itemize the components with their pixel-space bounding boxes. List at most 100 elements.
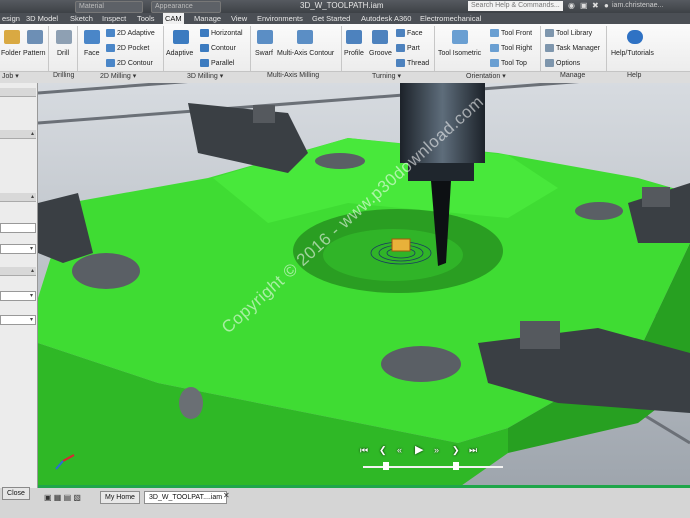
tool-right-icon <box>490 44 499 52</box>
3d-milling-label: 3D Milling <box>187 73 218 80</box>
browser-panel <box>0 83 38 488</box>
chevron-down-icon[interactable]: ▾ <box>15 73 19 80</box>
close-button[interactable]: Close <box>2 487 30 500</box>
horizontal-label: Horizontal <box>211 29 243 37</box>
parameter-field[interactable] <box>0 223 36 233</box>
task-manager-button[interactable]: Task Manager <box>545 44 600 52</box>
user-icon[interactable]: ● <box>604 1 609 10</box>
cart-icon[interactable]: ▣ <box>580 1 588 10</box>
go-to-start-icon[interactable]: ⏮ <box>360 445 368 456</box>
chevron-down-icon[interactable]: ▾ <box>397 73 401 80</box>
collapse-icon[interactable]: ▴ <box>31 130 34 137</box>
folder-icon <box>4 30 20 44</box>
tab-inspect[interactable]: Inspect <box>100 13 128 24</box>
2d-milling-label: 2D Milling <box>100 73 131 80</box>
task-manager-icon <box>545 44 554 52</box>
tool-right-button[interactable]: Tool Right <box>490 44 532 52</box>
horizontal-icon <box>200 29 209 37</box>
tab-close-icon[interactable]: ✕ <box>223 491 230 500</box>
step-back-icon[interactable]: ❮ <box>379 445 387 456</box>
pattern-button[interactable]: Pattern <box>23 50 46 57</box>
tab-get-started[interactable]: Get Started <box>310 13 352 24</box>
fast-forward-icon[interactable]: » <box>434 445 439 455</box>
tool-front-button[interactable]: Tool Front <box>490 29 532 37</box>
contour-icon <box>200 44 209 52</box>
profile-button[interactable]: Profile <box>344 50 364 57</box>
tab-my-home[interactable]: My Home <box>100 491 140 504</box>
user-name[interactable]: iam.christenae... <box>612 2 663 9</box>
swarf-button[interactable]: Swarf <box>255 50 273 57</box>
panel-section-header: ▴ <box>0 193 36 202</box>
folder-button[interactable]: Folder <box>1 50 21 57</box>
tab-nav-icons[interactable]: ▣ ▦ ▤ ▧ <box>44 493 81 502</box>
adaptive-button[interactable]: Adaptive <box>166 50 193 57</box>
chevron-down-icon: ▾ <box>29 293 33 299</box>
horizontal-button[interactable]: Horizontal <box>200 29 243 37</box>
step-forward-icon[interactable]: ❯ <box>452 445 460 456</box>
options-label: Options <box>556 59 581 67</box>
contour-button[interactable]: Contour <box>200 44 236 52</box>
2d-pocket-button[interactable]: 2D Pocket <box>106 44 149 52</box>
chevron-down-icon[interactable]: ▾ <box>133 73 137 80</box>
parallel-button[interactable]: Parallel <box>200 59 234 67</box>
tab-tools[interactable]: Tools <box>135 13 157 24</box>
tab-sketch[interactable]: Sketch <box>68 13 95 24</box>
parameter-dropdown[interactable]: ▾ <box>0 315 36 325</box>
panel-label-multi-axis: Multi-Axis Milling <box>267 72 320 79</box>
tool-library-button[interactable]: Tool Library <box>545 29 592 37</box>
face-icon <box>84 30 100 44</box>
collapse-icon[interactable]: ▴ <box>31 267 34 274</box>
chevron-down-icon[interactable]: ▾ <box>502 73 506 80</box>
tab-electromechanical[interactable]: Electromechanical <box>418 13 483 24</box>
2d-adaptive-button[interactable]: 2D Adaptive <box>106 29 155 37</box>
tab-cam[interactable]: CAM <box>163 13 184 24</box>
through-hole <box>315 153 365 169</box>
multi-axis-contour-button[interactable]: Multi-Axis Contour <box>277 50 334 57</box>
options-button[interactable]: Options <box>545 59 580 67</box>
parameter-dropdown[interactable]: ▾ <box>0 244 36 254</box>
tool-isometric-button[interactable]: Tool Isometric <box>438 50 481 57</box>
tab-3d-model[interactable]: 3D Model <box>24 13 60 24</box>
part-label: Part <box>407 44 420 52</box>
contour-label: Contour <box>211 44 236 52</box>
go-to-end-icon[interactable]: ⏭ <box>469 445 477 456</box>
rewind-icon[interactable]: « <box>397 445 402 455</box>
chevron-down-icon[interactable]: ▾ <box>220 73 224 80</box>
tab-document[interactable]: 3D_W_TOOLPAT....iam <box>144 491 228 504</box>
tool-right-label: Tool Right <box>501 44 533 52</box>
thread-button[interactable]: Thread <box>396 59 429 67</box>
graphics-viewport[interactable]: Copyright © 2016 - www.p30download.com ⏮… <box>38 83 690 488</box>
binoculars-icon[interactable]: ◉ <box>568 1 575 10</box>
appearance-dropdown[interactable]: Appearance <box>151 1 221 13</box>
material-dropdown[interactable]: Material <box>75 1 143 13</box>
drill-button[interactable]: Drill <box>57 50 69 57</box>
help-search-input[interactable]: Search Help & Commands... <box>468 1 563 11</box>
pattern-icon <box>27 30 43 44</box>
tab-manage[interactable]: Manage <box>192 13 223 24</box>
panel-label-3d-milling: 3D Milling ▾ <box>187 72 223 80</box>
collapse-icon[interactable]: ▴ <box>31 193 34 200</box>
face-button[interactable]: Face <box>84 50 100 57</box>
part-button[interactable]: Part <box>396 44 420 52</box>
exchange-icon[interactable]: ✖ <box>592 1 599 10</box>
slider-end-handle[interactable] <box>453 462 459 470</box>
tab-design[interactable]: esign <box>0 13 22 24</box>
parameter-dropdown[interactable]: ▾ <box>0 291 36 301</box>
tool-front-label: Tool Front <box>501 29 533 37</box>
panel-label-orientation: Orientation ▾ <box>466 72 506 80</box>
play-icon[interactable]: ▶ <box>415 443 423 456</box>
groove-button[interactable]: Groove <box>369 50 392 57</box>
2d-adaptive-icon <box>106 29 115 37</box>
2d-contour-button[interactable]: 2D Contour <box>106 59 153 67</box>
tab-view[interactable]: View <box>229 13 249 24</box>
tool-top-button[interactable]: Tool Top <box>490 59 527 67</box>
tab-environments[interactable]: Environments <box>255 13 305 24</box>
2d-pocket-icon <box>106 44 115 52</box>
2d-contour-label: 2D Contour <box>117 59 153 67</box>
slider-start-handle[interactable] <box>383 462 389 470</box>
turning-face-button[interactable]: Face <box>396 29 423 37</box>
help-tutorials-button[interactable]: Help/Tutorials <box>611 50 654 57</box>
tool-top-icon <box>490 59 499 67</box>
tab-autodesk-a360[interactable]: Autodesk A360 <box>359 13 413 24</box>
side-hole <box>179 387 203 419</box>
